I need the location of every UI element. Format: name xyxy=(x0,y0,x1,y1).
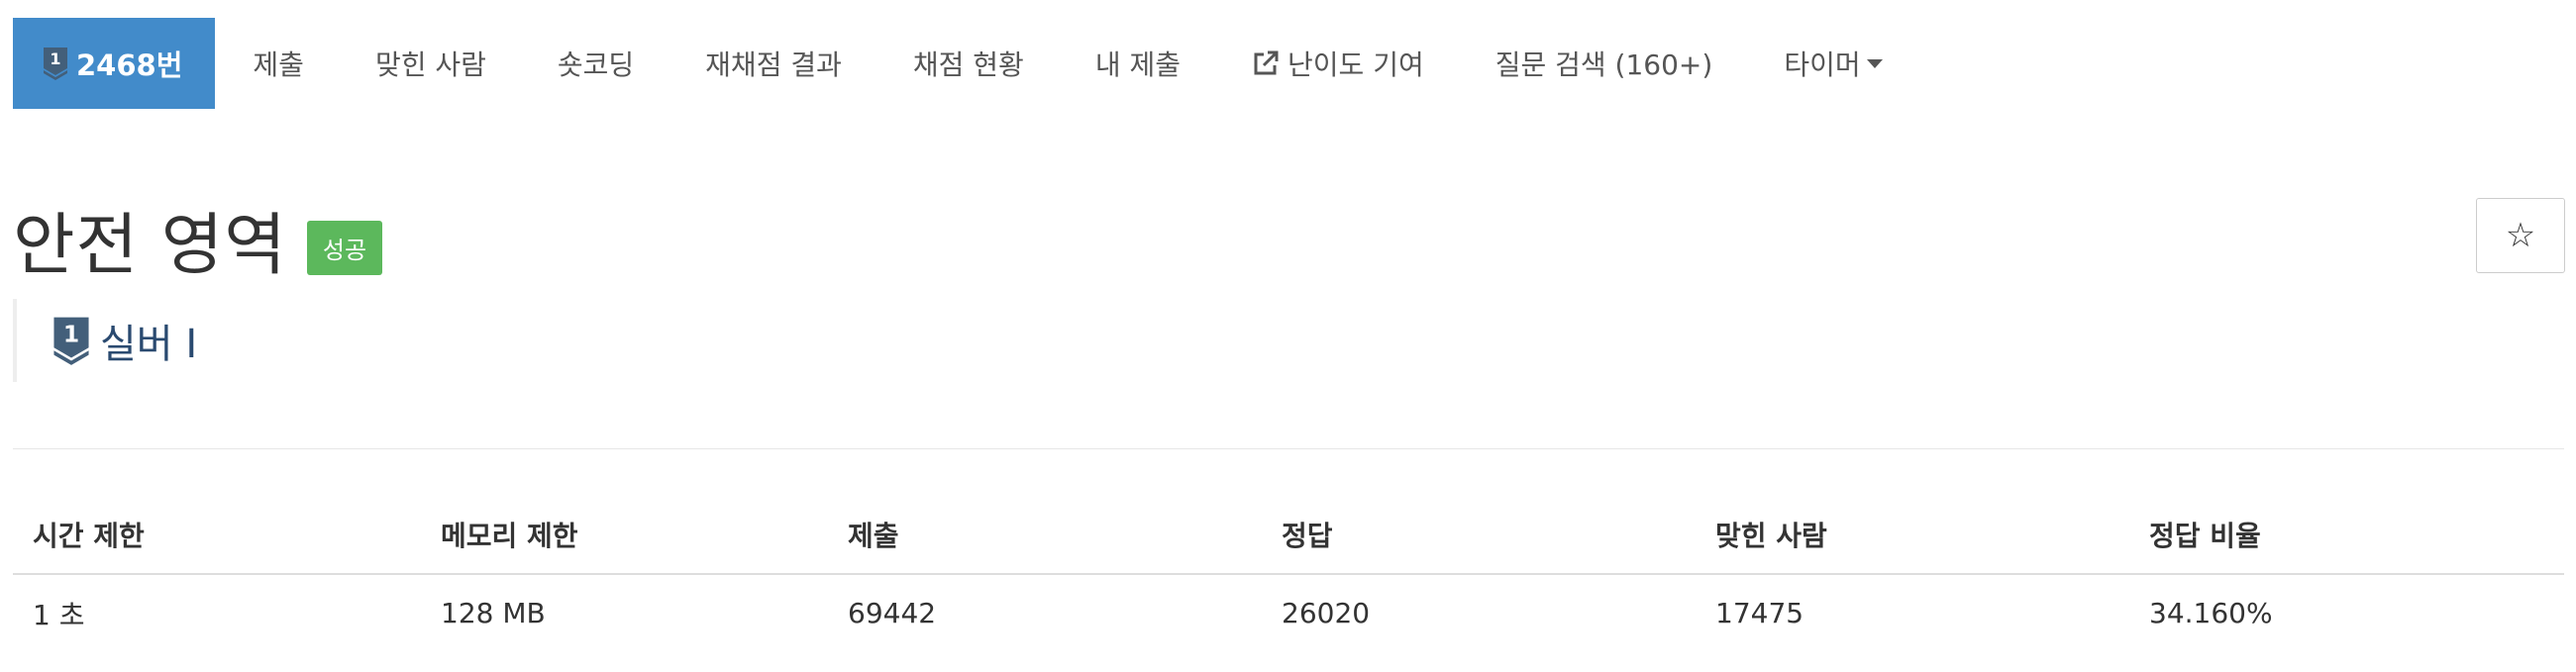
problem-title-row: 안전 영역 성공 xyxy=(13,194,383,285)
header-submissions: 제출 xyxy=(828,495,1262,575)
nav-difficulty-contribution[interactable]: 난이도 기여 xyxy=(1216,18,1460,109)
external-link-icon xyxy=(1254,50,1279,75)
problem-nav: 1 2468번 제출 맞힌 사람 숏코딩 재채점 결과 채점 현황 내 제출 난… xyxy=(13,18,1918,109)
nav-my-submissions[interactable]: 내 제출 xyxy=(1060,18,1216,109)
cell-submissions: 69442 xyxy=(848,597,937,629)
cell-time-limit: 1 초 xyxy=(33,598,85,631)
silver-tier-icon: 1 xyxy=(44,48,67,80)
nav-judge-status[interactable]: 채점 현황 xyxy=(877,18,1060,109)
nav-timer-label: 타이머 xyxy=(1784,48,1861,81)
star-outline-icon: ☆ xyxy=(2505,217,2536,254)
section-divider xyxy=(13,448,2564,449)
table-row: 1 초 128 MB 69442 26020 17475 34.160% xyxy=(13,574,2564,651)
cell-solved-users: 17475 xyxy=(1715,597,1804,629)
nav-timer-dropdown[interactable]: 타이머 xyxy=(1748,18,1917,109)
nav-problem-tab[interactable]: 1 2468번 xyxy=(13,18,216,109)
tier-label: 실버 I xyxy=(100,322,198,367)
problem-tier: 1 실버 I xyxy=(13,299,197,382)
nav-submit[interactable]: 제출 xyxy=(215,18,340,109)
header-solved-users: 맞힌 사람 xyxy=(1696,495,2129,575)
svg-text:1: 1 xyxy=(63,320,79,347)
silver-tier-icon: 1 xyxy=(53,317,89,365)
nav-question-search[interactable]: 질문 검색 (160+) xyxy=(1460,18,1749,109)
nav-solved-users[interactable]: 맞힌 사람 xyxy=(340,18,522,109)
header-time-limit: 시간 제한 xyxy=(13,495,421,575)
nav-short-coding[interactable]: 숏코딩 xyxy=(522,18,670,109)
header-accepted: 정답 xyxy=(1262,495,1696,575)
caret-down-icon xyxy=(1866,58,1883,68)
svg-text:1: 1 xyxy=(50,49,60,68)
problem-title: 안전 영역 xyxy=(13,206,287,285)
status-badge: 성공 xyxy=(306,220,383,275)
table-header-row: 시간 제한 메모리 제한 제출 정답 맞힌 사람 정답 비율 xyxy=(13,495,2564,575)
nav-rejudge-results[interactable]: 재채점 결과 xyxy=(670,18,877,109)
header-memory-limit: 메모리 제한 xyxy=(421,495,828,575)
nav-difficulty-label: 난이도 기여 xyxy=(1288,48,1424,81)
problem-info-table: 시간 제한 메모리 제한 제출 정답 맞힌 사람 정답 비율 1 초 128 M… xyxy=(13,495,2564,651)
problem-number: 2468번 xyxy=(76,48,183,82)
header-accept-ratio: 정답 비율 xyxy=(2129,495,2564,575)
favorite-star-button[interactable]: ☆ xyxy=(2476,198,2565,273)
cell-accept-ratio: 34.160% xyxy=(2149,597,2273,629)
cell-accepted: 26020 xyxy=(1282,597,1371,629)
cell-memory-limit: 128 MB xyxy=(441,597,546,629)
